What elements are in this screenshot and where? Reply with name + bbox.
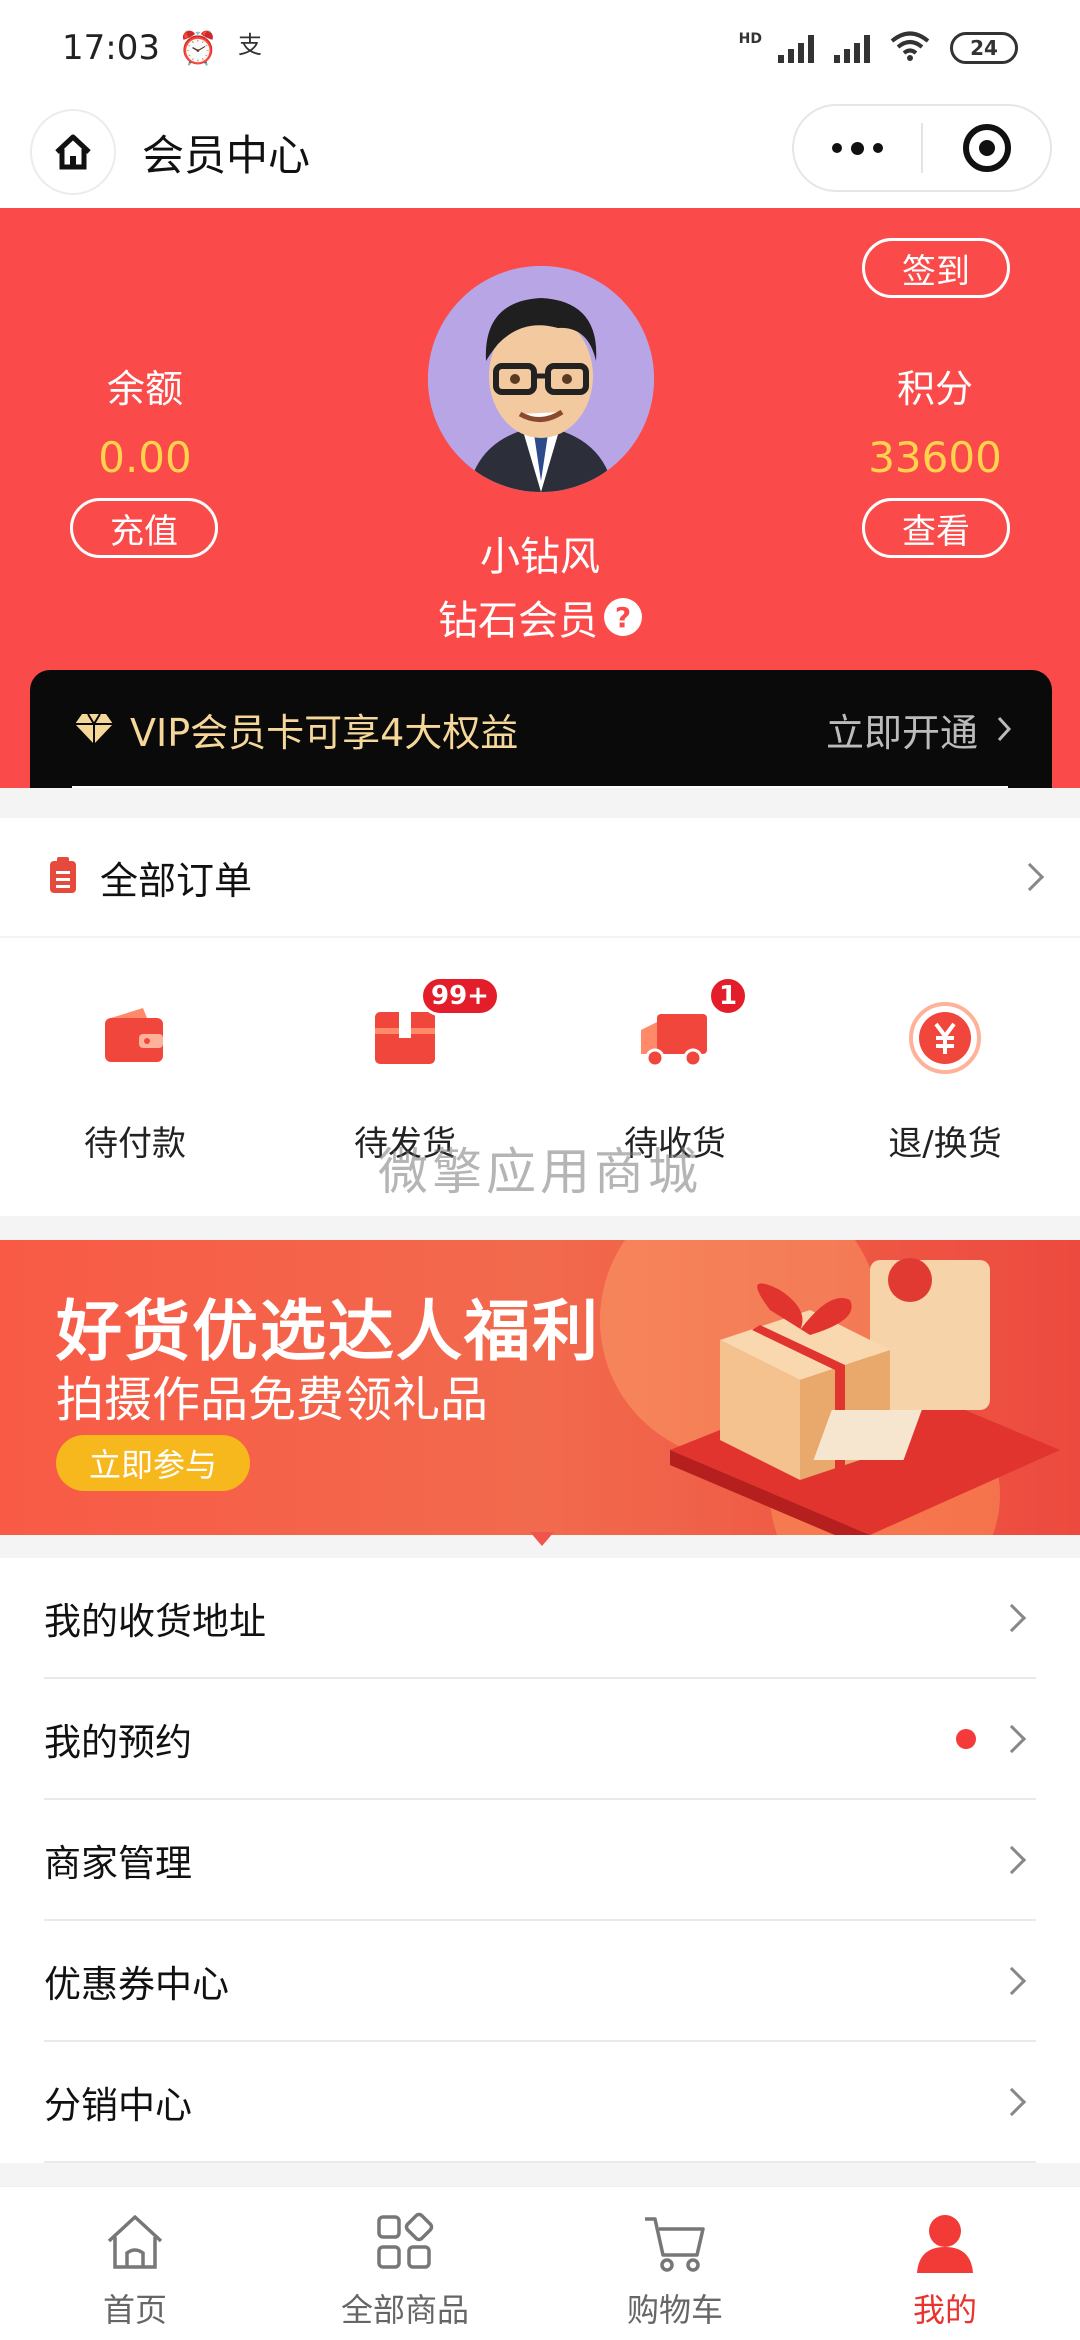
mini-program-capsule xyxy=(792,104,1052,192)
tab-label: 全部商品 xyxy=(340,2291,469,2329)
vip-open-label: 立即开通 xyxy=(825,710,978,755)
diamond-icon xyxy=(75,713,113,744)
member-level[interactable]: 钻石会员 ? xyxy=(0,588,1080,646)
chevron-right-icon xyxy=(997,1966,1027,1995)
tab-mine[interactable]: 我的 xyxy=(810,2187,1080,2340)
member-level-text: 钻石会员 xyxy=(438,598,598,644)
tab-label: 购物车 xyxy=(626,2291,723,2329)
badge: 99+ xyxy=(420,976,500,1016)
home-icon xyxy=(107,2215,163,2269)
chevron-right-icon xyxy=(997,1603,1027,1632)
vip-card-banner[interactable]: VIP会员卡可享4大权益 立即开通 xyxy=(30,670,1052,788)
menu-item-label: 优惠券中心 xyxy=(44,1962,229,2006)
balance-label: 余额 xyxy=(106,367,183,411)
menu-item-coupons[interactable]: 优惠券中心 xyxy=(44,1921,1036,2042)
vip-open-button[interactable]: 立即开通 xyxy=(826,702,1012,757)
truck-icon xyxy=(637,1000,713,1076)
target-icon xyxy=(962,124,1011,172)
banner-pointer xyxy=(530,1532,554,1546)
tab-label: 我的 xyxy=(912,2291,977,2329)
points-value: 33600 xyxy=(868,433,1002,482)
status-bar: 17:03 ⏰ 支 HD 24 xyxy=(0,0,1080,96)
notification-dot xyxy=(956,1728,976,1749)
close-program-button[interactable] xyxy=(923,106,1050,190)
vip-text: VIP会员卡可享4大权益 xyxy=(130,710,519,755)
balance-value: 0.00 xyxy=(98,433,192,482)
banner-join-button[interactable]: 立即参与 xyxy=(56,1435,250,1491)
chevron-right-icon xyxy=(997,1724,1027,1753)
tab-cart[interactable]: 购物车 xyxy=(540,2187,810,2340)
help-icon[interactable]: ? xyxy=(604,598,642,636)
sign-in-button[interactable]: 签到 xyxy=(862,238,1010,298)
username: 小钻风 xyxy=(480,534,600,580)
chevron-right-icon xyxy=(997,716,1012,742)
points-block: 积分 33600 xyxy=(860,358,1010,482)
signal-icon xyxy=(778,33,814,63)
home-icon xyxy=(55,134,91,170)
bottom-tabbar: 首页 全部商品 购物车 我的 xyxy=(0,2186,1080,2340)
menu-item-merchant[interactable]: 商家管理 xyxy=(44,1800,1036,1921)
balance-block: 余额 0.00 xyxy=(70,358,220,482)
menu-list: 我的收货地址 我的预约 商家管理 优惠券中心 分销中心 xyxy=(0,1558,1080,2163)
banner-subtitle: 拍摄作品免费领礼品 xyxy=(56,1372,489,1428)
all-orders-row[interactable]: 全部订单 xyxy=(0,818,1080,936)
tab-all-products[interactable]: 全部商品 xyxy=(270,2187,540,2340)
battery-icon: 24 xyxy=(950,32,1018,64)
cart-icon xyxy=(645,2217,705,2272)
status-right: HD 24 xyxy=(739,30,1018,66)
avatar[interactable] xyxy=(428,266,654,492)
all-orders-label: 全部订单 xyxy=(100,858,253,903)
clipboard-icon xyxy=(50,857,76,893)
badge: 1 xyxy=(708,976,749,1016)
chevron-right-icon xyxy=(1015,862,1045,892)
home-button[interactable] xyxy=(30,109,116,195)
chevron-right-icon xyxy=(997,2087,1027,2116)
tab-home[interactable]: 首页 xyxy=(0,2187,270,2340)
nav-bar: 会员中心 xyxy=(0,96,1080,208)
menu-item-label: 我的预约 xyxy=(44,1720,192,1764)
menu-item-distribution[interactable]: 分销中心 xyxy=(44,2042,1036,2163)
signal-icon-2 xyxy=(834,33,870,63)
wifi-icon xyxy=(890,30,930,66)
menu-item-label: 我的收货地址 xyxy=(44,1599,266,1643)
yuan-refund-icon xyxy=(907,1000,983,1076)
more-button[interactable] xyxy=(794,106,921,190)
points-label: 积分 xyxy=(896,367,973,411)
page-title: 会员中心 xyxy=(142,130,311,180)
divider xyxy=(72,786,1008,788)
more-icon xyxy=(832,141,883,155)
chevron-right-icon xyxy=(997,1845,1027,1874)
menu-item-label: 分销中心 xyxy=(44,2083,192,2127)
promo-banner[interactable]: 好货优选达人福利 拍摄作品免费领礼品 立即参与 xyxy=(0,1240,1080,1535)
hd-icon: HD xyxy=(738,31,762,47)
tab-label: 首页 xyxy=(102,2291,167,2329)
menu-item-label: 商家管理 xyxy=(44,1841,192,1885)
grid-icon xyxy=(377,2212,434,2269)
status-time: 17:03 xyxy=(62,28,160,68)
wallet-icon xyxy=(97,1000,173,1076)
menu-item-reservations[interactable]: 我的预约 xyxy=(44,1679,1036,1800)
watermark: 微擎应用商城 xyxy=(378,1143,702,1201)
gift-box-illustration xyxy=(670,1258,1060,1535)
status-left: 17:03 ⏰ 支 xyxy=(62,28,266,68)
alarm-icon: ⏰ xyxy=(177,29,218,67)
menu-item-address[interactable]: 我的收货地址 xyxy=(44,1558,1036,1679)
user-icon xyxy=(917,2215,973,2273)
svg-text:支: 支 xyxy=(238,31,262,59)
alipay-icon: 支 xyxy=(236,29,266,67)
